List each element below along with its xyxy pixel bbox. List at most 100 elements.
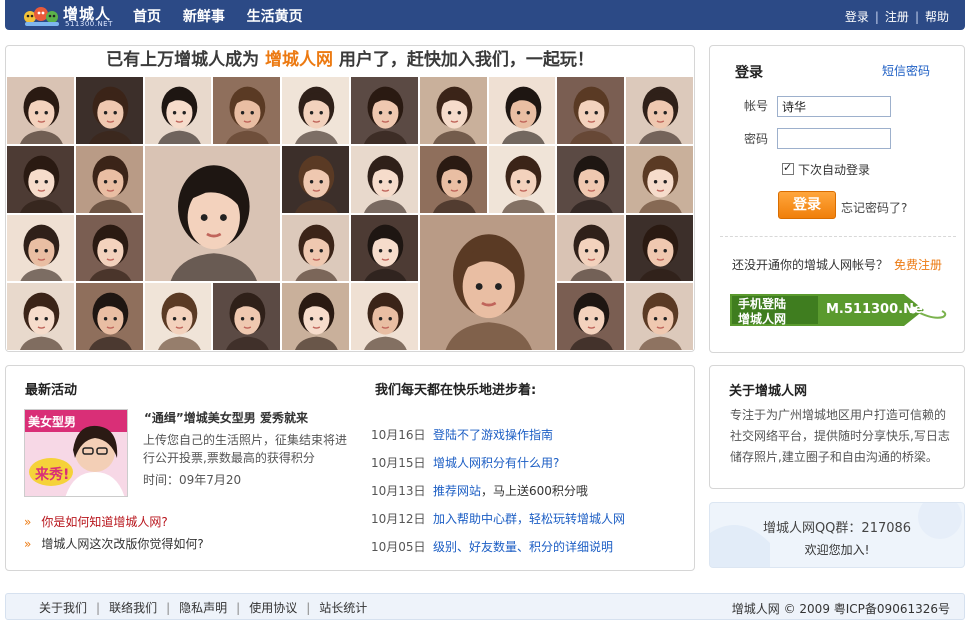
member-photo[interactable]	[350, 282, 419, 351]
portrait-icon	[351, 283, 418, 351]
nav-yellow-pages[interactable]: 生活黄页	[247, 9, 303, 25]
mobile-login-banner[interactable]: 手机登陆 增城人网 M.511300.Net	[728, 290, 950, 332]
member-photo[interactable]	[6, 144, 75, 214]
latest-activity-title: 最新活动	[25, 383, 78, 398]
news-item[interactable]: 10月12日 加入帮助中心群，轻松玩转增城人网	[371, 510, 625, 527]
member-photo[interactable]	[143, 282, 213, 351]
member-photo[interactable]	[350, 144, 419, 214]
top-help-link[interactable]: 帮助	[925, 10, 949, 24]
top-register-link[interactable]: 注册	[885, 10, 909, 24]
member-photo[interactable]	[281, 213, 350, 283]
divider: |	[914, 10, 919, 24]
nav-home[interactable]: 首页	[133, 9, 161, 25]
footer-link-about[interactable]: 关于我们	[39, 601, 87, 615]
promo-image[interactable]: 美女型男 来秀!	[24, 409, 128, 497]
portrait-icon	[351, 145, 418, 213]
member-photo[interactable]	[487, 76, 557, 145]
member-photo[interactable]	[418, 76, 488, 145]
account-links: 登录 | 注册 | 帮助	[845, 8, 949, 25]
password-input[interactable]	[777, 128, 891, 149]
portrait-icon	[282, 283, 349, 351]
mobile-tag-line2: 增城人网	[738, 312, 787, 326]
no-account-text: 还没开通你的增城人网帐号？	[732, 258, 889, 272]
footer-links: 关于我们 | 联络我们 | 隐私声明 | 使用协议 | 站长统计	[39, 599, 367, 616]
member-photo[interactable]	[74, 144, 144, 214]
top-navigation-bar: 增城人 511300.NET 首页 新鲜事 生活黄页 登录 | 注册 | 帮助	[5, 0, 965, 30]
news-title: 我们每天都在快乐地进步着:	[375, 383, 537, 398]
member-photo[interactable]	[281, 76, 350, 145]
member-photo[interactable]	[212, 282, 282, 351]
portrait-icon	[144, 77, 212, 144]
member-photo[interactable]	[418, 144, 488, 214]
top-login-link[interactable]: 登录	[845, 10, 869, 24]
member-photo[interactable]	[350, 213, 419, 283]
poll-link-how-known[interactable]: » 你是如何知道增城人网?	[24, 513, 168, 530]
site-logo[interactable]: 增城人 511300.NET	[23, 2, 123, 28]
portrait-icon	[7, 214, 74, 282]
portrait-icon	[282, 77, 349, 144]
news-item[interactable]: 10月13日 推荐网站，马上送600积分哦	[371, 482, 588, 499]
member-photo[interactable]	[556, 76, 626, 145]
banner-suffix: 用户了，赶快加入我们，一起玩！	[338, 50, 594, 70]
member-photo[interactable]	[6, 282, 75, 351]
member-photo[interactable]	[350, 76, 419, 145]
member-photo[interactable]	[6, 213, 75, 283]
login-button[interactable]: 登录	[778, 191, 836, 219]
news-date: 10月16日	[371, 428, 426, 442]
news-link[interactable]: 级别、好友数量、积分的详细说明	[433, 540, 613, 554]
member-photo[interactable]	[74, 76, 144, 145]
member-photo[interactable]	[625, 76, 694, 145]
poll-link-redesign[interactable]: » 增城人网这次改版你觉得如何?	[24, 535, 204, 552]
member-photo[interactable]	[143, 76, 213, 145]
bullet-text: 你是如何知道增城人网?	[41, 515, 168, 529]
footer-link-terms[interactable]: 使用协议	[249, 601, 297, 615]
news-link[interactable]: 推荐网站	[433, 484, 481, 498]
member-photo[interactable]	[212, 76, 282, 145]
divider: |	[306, 601, 311, 615]
member-photo[interactable]	[487, 144, 557, 214]
nav-news[interactable]: 新鲜事	[183, 9, 225, 25]
portrait-icon	[557, 214, 625, 282]
member-photo[interactable]	[625, 213, 694, 283]
footer-link-privacy[interactable]: 隐私声明	[179, 601, 227, 615]
member-photo[interactable]	[143, 144, 282, 283]
member-photo[interactable]	[281, 144, 350, 214]
news-link[interactable]: 增城人网积分有什么用?	[433, 456, 559, 470]
news-item[interactable]: 10月16日 登陆不了游戏操作指南	[371, 426, 553, 443]
member-photo[interactable]	[556, 144, 626, 214]
news-link[interactable]: 加入帮助中心群，轻松玩转增城人网	[433, 512, 625, 526]
portrait-icon	[351, 77, 418, 144]
portrait-icon	[419, 77, 487, 144]
remember-me-checkbox[interactable]	[782, 161, 794, 175]
member-photo[interactable]	[418, 213, 557, 351]
member-photo[interactable]	[625, 144, 694, 214]
login-panel: 登录 短信密码 帐号 密码 下次自动登录 登录 忘记密码了? 还没开通你的增城人…	[709, 45, 965, 353]
news-link[interactable]: 登陆不了游戏操作指南	[433, 428, 553, 442]
news-item[interactable]: 10月15日 增城人网积分有什么用?	[371, 454, 559, 471]
qq-group-panel: 增城人网QQ群：217086 欢迎您加入!	[709, 502, 965, 568]
remember-me-label[interactable]: 下次自动登录	[798, 161, 870, 178]
member-photo[interactable]	[625, 282, 694, 351]
forgot-password-link[interactable]: 忘记密码了?	[841, 199, 907, 216]
news-item[interactable]: 10月05日 级别、好友数量、积分的详细说明	[371, 538, 613, 555]
login-title: 登录	[735, 65, 763, 81]
portrait-icon	[557, 283, 625, 351]
free-register-link[interactable]: 免费注册	[894, 256, 942, 273]
member-photo[interactable]	[556, 213, 626, 283]
member-photo[interactable]	[6, 76, 75, 145]
portrait-icon	[557, 145, 625, 213]
promo-title[interactable]: “通缉”增城美女型男 爱秀就来	[144, 409, 308, 426]
footer-link-contact[interactable]: 联络我们	[109, 601, 157, 615]
member-photo[interactable]	[281, 282, 350, 351]
divider: |	[874, 10, 879, 24]
news-date: 10月15日	[371, 456, 426, 470]
member-photo[interactable]	[74, 213, 144, 283]
portrait-icon	[488, 77, 556, 144]
account-input[interactable]	[777, 96, 891, 117]
sms-password-link[interactable]: 短信密码	[882, 62, 930, 79]
portrait-icon	[626, 77, 693, 144]
footer-link-stats[interactable]: 站长统计	[319, 601, 367, 615]
portrait-icon	[75, 145, 143, 213]
member-photo[interactable]	[74, 282, 144, 351]
member-photo[interactable]	[556, 282, 626, 351]
